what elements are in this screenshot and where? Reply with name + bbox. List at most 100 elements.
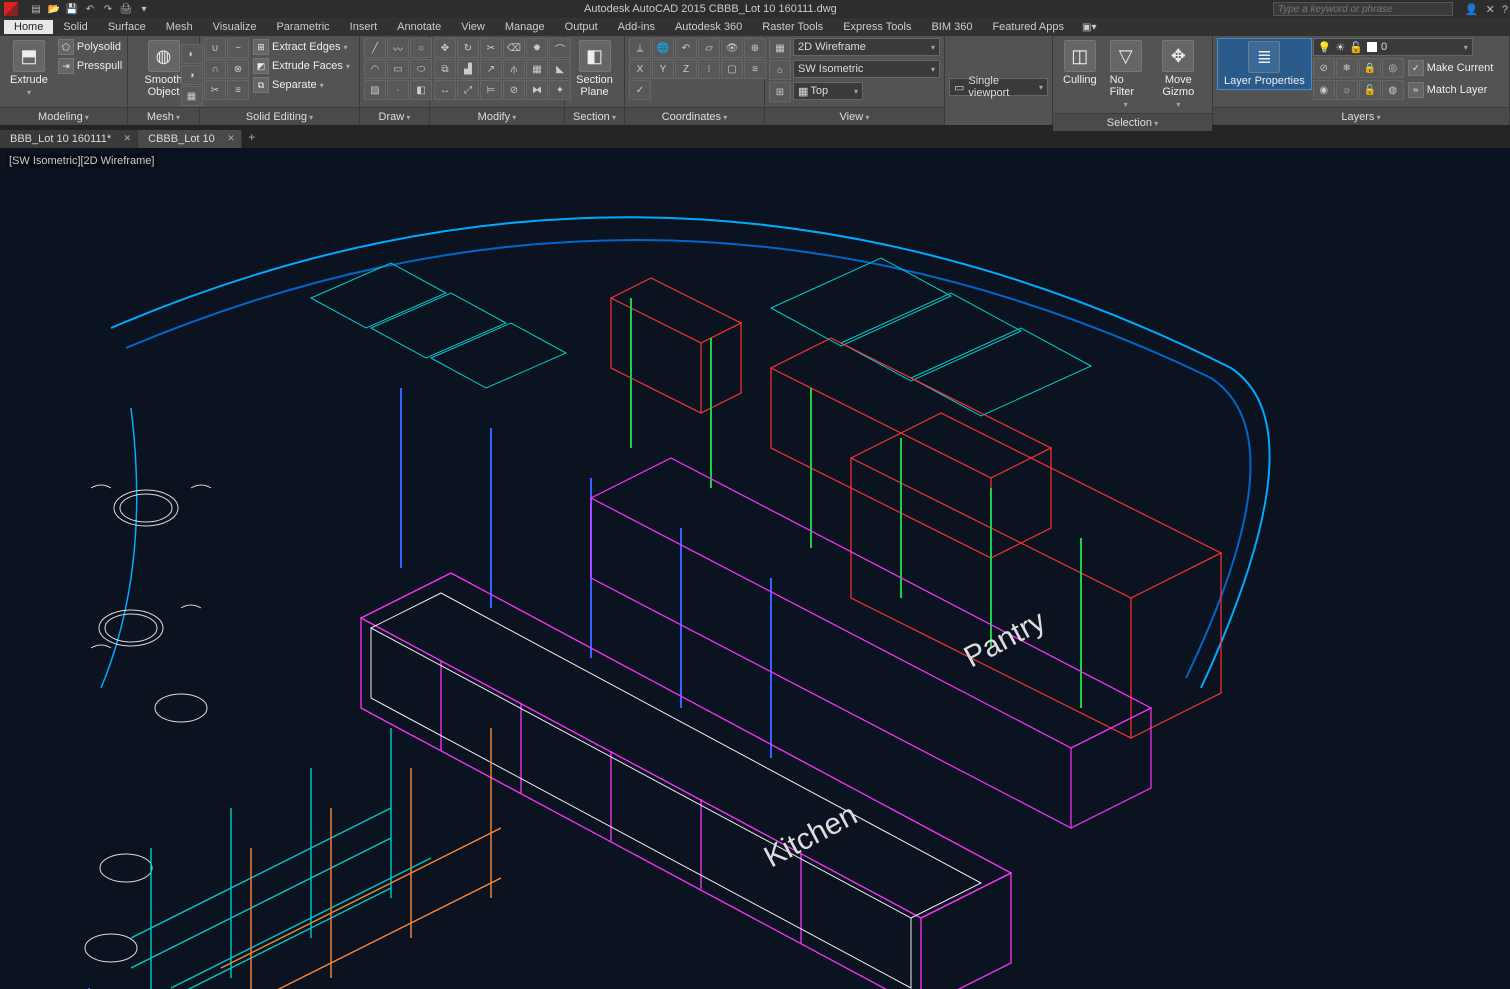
offset-icon[interactable]: ⫛ — [503, 59, 525, 79]
rotate-icon[interactable]: ↻ — [457, 38, 479, 58]
arc-icon[interactable]: ◠ — [364, 59, 386, 79]
tab-bim360[interactable]: BIM 360 — [921, 20, 982, 34]
match-layer-button[interactable]: ≈Match Layer — [1405, 80, 1491, 100]
new-icon[interactable]: ▤ — [28, 2, 44, 16]
ellipse-icon[interactable]: ⬭ — [410, 59, 432, 79]
ucs-apply-icon[interactable]: ✓ — [629, 80, 651, 100]
tab-parametric[interactable]: Parametric — [266, 20, 339, 34]
move-icon[interactable]: ✥ — [434, 38, 456, 58]
break-icon[interactable]: ⊘ — [503, 80, 525, 100]
ucs-z-icon[interactable]: Z — [675, 59, 697, 79]
extend-icon[interactable]: ↗ — [480, 59, 502, 79]
polyline-icon[interactable]: 〰 — [387, 38, 409, 58]
visual-style-combo[interactable]: 2D Wireframe — [793, 38, 940, 56]
thicken-icon[interactable]: ≡ — [227, 80, 249, 100]
intersect-icon[interactable]: ∩ — [204, 59, 226, 79]
ucs-view-icon[interactable]: 👁 — [721, 38, 743, 58]
layer-thaw-icon[interactable]: ☼ — [1336, 80, 1358, 100]
tab-visualize[interactable]: Visualize — [203, 20, 267, 34]
exchange-icon[interactable]: ✕ — [1486, 4, 1495, 16]
tab-home[interactable]: Home — [4, 20, 53, 34]
make-current-button[interactable]: ✓Make Current — [1405, 58, 1497, 78]
line-icon[interactable]: ╱ — [364, 38, 386, 58]
named-view-combo[interactable]: SW Isometric — [793, 60, 940, 78]
array-icon[interactable]: ▦ — [526, 59, 548, 79]
close-icon[interactable]: ✕ — [227, 133, 235, 144]
gizmo-button[interactable]: ✥Move Gizmo▾ — [1149, 38, 1208, 111]
ucs-object-icon[interactable]: ▢ — [721, 59, 743, 79]
redo-icon[interactable]: ↷ — [100, 2, 116, 16]
tab-output[interactable]: Output — [555, 20, 608, 34]
dropdown-icon[interactable]: ▾ — [136, 2, 152, 16]
drawing-viewport[interactable]: [SW Isometric][2D Wireframe] — [0, 148, 1510, 989]
panel-mesh-label[interactable]: Mesh — [128, 107, 199, 125]
tabs-overflow-icon[interactable]: ▣▾ — [1074, 22, 1104, 33]
ucs-prev-icon[interactable]: ↶ — [675, 38, 697, 58]
tab-insert[interactable]: Insert — [340, 20, 388, 34]
union-icon[interactable]: ∪ — [204, 38, 226, 58]
tab-express[interactable]: Express Tools — [833, 20, 921, 34]
viewport-config-icon[interactable]: ⊞ — [769, 82, 791, 102]
tab-manage[interactable]: Manage — [495, 20, 555, 34]
ucs-x-icon[interactable]: X — [629, 59, 651, 79]
mesh-more-icon[interactable]: ◐ — [181, 44, 203, 64]
panel-coordinates-label[interactable]: Coordinates — [625, 107, 764, 125]
new-tab-button[interactable]: + — [242, 130, 262, 148]
point-icon[interactable]: · — [387, 80, 409, 100]
explode-icon[interactable]: ✸ — [526, 38, 548, 58]
erase-icon[interactable]: ⌫ — [503, 38, 525, 58]
tab-mesh[interactable]: Mesh — [156, 20, 203, 34]
separate-button[interactable]: ⧉Separate▾ — [250, 76, 353, 94]
rect-icon[interactable]: ▭ — [387, 59, 409, 79]
signin-icon[interactable]: 👤 — [1465, 4, 1479, 16]
tab-view[interactable]: View — [451, 20, 495, 34]
region-icon[interactable]: ◧ — [410, 80, 432, 100]
subtract-icon[interactable]: − — [227, 38, 249, 58]
layer-lock-icon[interactable]: 🔒 — [1359, 58, 1381, 78]
tab-surface[interactable]: Surface — [98, 20, 156, 34]
mesh-less-icon[interactable]: ◑ — [181, 65, 203, 85]
layer-uniso-icon[interactable]: ◍ — [1382, 80, 1404, 100]
single-viewport-combo[interactable]: ▭ Single viewport — [949, 78, 1048, 96]
panel-layers-label[interactable]: Layers — [1213, 107, 1509, 125]
panel-solid-editing-label[interactable]: Solid Editing — [200, 107, 359, 125]
scale-icon[interactable]: ⤢ — [457, 80, 479, 100]
layer-unlock-icon[interactable]: 🔓 — [1359, 80, 1381, 100]
align-icon[interactable]: ⊨ — [480, 80, 502, 100]
open-icon[interactable]: 📂 — [46, 2, 62, 16]
viewport-label[interactable]: [SW Isometric][2D Wireframe] — [6, 154, 157, 168]
extract-edges-button[interactable]: ⊞Extract Edges▾ — [250, 38, 353, 56]
ucs-face-icon[interactable]: ▱ — [698, 38, 720, 58]
print-icon[interactable]: 🖨 — [118, 2, 134, 16]
ucs-y-icon[interactable]: Y — [652, 59, 674, 79]
layer-iso-icon[interactable]: ◎ — [1382, 58, 1404, 78]
autocad-logo-icon[interactable] — [4, 2, 18, 16]
viewport-orient-combo[interactable]: ▦Top — [793, 82, 863, 100]
interfere-icon[interactable]: ⊗ — [227, 59, 249, 79]
current-layer-combo[interactable]: 💡 ☀ 🔓 0 — [1313, 38, 1473, 56]
search-input[interactable] — [1273, 2, 1453, 16]
tab-addins[interactable]: Add-ins — [608, 20, 665, 34]
mirror-icon[interactable]: ▟ — [457, 59, 479, 79]
panel-selection-label[interactable]: Selection — [1053, 113, 1212, 131]
undo-icon[interactable]: ↶ — [82, 2, 98, 16]
slice-icon[interactable]: ✂ — [204, 80, 226, 100]
ucs-named-icon[interactable]: ≡ — [744, 59, 766, 79]
doc-tab-2[interactable]: CBBB_Lot 10✕ — [138, 130, 242, 148]
extrude-faces-button[interactable]: ◩Extrude Faces▾ — [250, 57, 353, 75]
tab-a360[interactable]: Autodesk 360 — [665, 20, 752, 34]
layer-off-icon[interactable]: ⊘ — [1313, 58, 1335, 78]
panel-modeling-label[interactable]: Modeling — [0, 107, 127, 125]
culling-button[interactable]: ◫Culling — [1057, 38, 1103, 88]
layer-properties-button[interactable]: ≣Layer Properties — [1217, 38, 1312, 90]
section-plane-button[interactable]: ◧ Section Plane — [569, 38, 620, 100]
ucs-icon[interactable]: ⟂ — [629, 38, 651, 58]
panel-modify-label[interactable]: Modify — [430, 107, 564, 125]
save-icon[interactable]: 💾 — [64, 2, 80, 16]
tab-raster[interactable]: Raster Tools — [752, 20, 833, 34]
help-icon[interactable]: ? — [1502, 4, 1508, 16]
tab-solid[interactable]: Solid — [53, 20, 97, 34]
close-icon[interactable]: ✕ — [124, 133, 132, 144]
trim-icon[interactable]: ✂ — [480, 38, 502, 58]
layer-on-icon[interactable]: ◉ — [1313, 80, 1335, 100]
